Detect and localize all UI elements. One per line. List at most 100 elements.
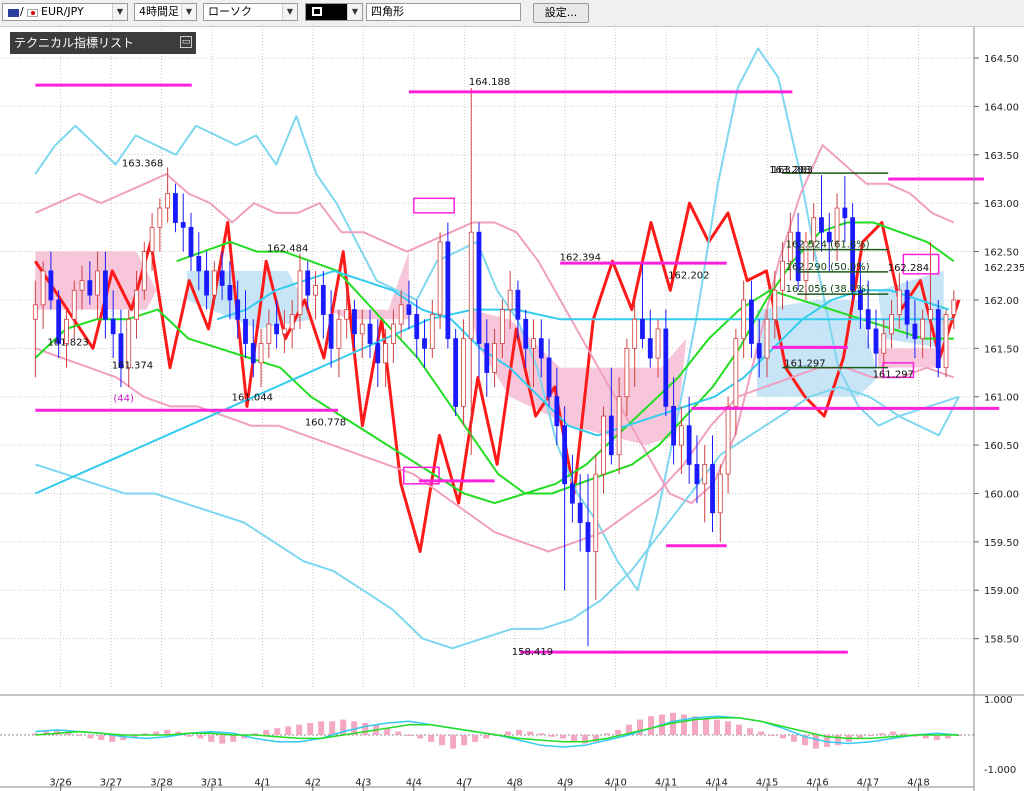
indicator-list-panel[interactable]: テクニカル指標リスト ▭ (10, 32, 196, 54)
histogram-bar (76, 735, 83, 736)
histogram-bar (98, 735, 105, 741)
candle-body (219, 270, 225, 286)
candle-body (951, 299, 957, 315)
histogram-bar (516, 729, 523, 735)
histogram-bar (933, 735, 940, 741)
price-label: 161.297 (873, 369, 914, 380)
candle-body (196, 255, 202, 272)
candle-body (935, 309, 941, 369)
histogram-bar (680, 714, 687, 735)
price-tick-label: 161.00 (984, 393, 1019, 404)
candle-body (102, 270, 108, 320)
histogram-bar (571, 735, 578, 742)
histogram-bar (219, 735, 226, 744)
candle-body (889, 314, 894, 335)
candle-body (928, 309, 933, 320)
oscillator-line (35, 717, 959, 743)
candle-body (686, 425, 692, 465)
candle-body (48, 270, 54, 301)
time-tick-label: 4/8 (507, 777, 523, 788)
candle-body (32, 304, 38, 320)
candle-body (383, 343, 388, 364)
price-tick-label: 159.50 (984, 538, 1019, 549)
price-chart[interactable]: 164.188163.368163.283163.288162.484162.3… (0, 27, 1024, 791)
price-tick-label: 162.50 (984, 248, 1019, 259)
histogram-bar (208, 735, 215, 742)
candle-body (881, 333, 887, 354)
candle-body (235, 299, 241, 320)
shape-select[interactable]: 四角形 (366, 3, 521, 21)
chevron-down-icon[interactable]: ▼ (112, 4, 127, 20)
candle-body (352, 309, 357, 335)
chart-style-select[interactable]: ローソク ▼ (203, 3, 298, 21)
candle-body (943, 314, 949, 369)
histogram-bar (812, 735, 819, 749)
candle-body (328, 314, 334, 349)
candle-body (780, 260, 785, 291)
time-tick-label: 4/18 (907, 777, 929, 788)
candle-body (702, 464, 708, 485)
timeframe-select[interactable]: 4時間足 ▼ (134, 3, 197, 21)
timeframe-label: 4時間足 (139, 5, 179, 18)
time-tick-label: 4/7 (456, 777, 472, 788)
price-label: 161.823 (47, 337, 88, 348)
chevron-down-icon[interactable]: ▼ (347, 4, 362, 20)
price-tick-label: 164.00 (984, 102, 1019, 113)
histogram-bar (560, 735, 567, 739)
time-tick-label: 4/4 (406, 777, 422, 788)
price-tick-label: 164.50 (984, 54, 1019, 65)
candle-body (305, 270, 311, 296)
histogram-bar (878, 733, 885, 735)
candle-body (538, 338, 544, 359)
draw-tool-select[interactable]: ▼ (305, 3, 363, 21)
candle-body (717, 473, 723, 514)
minimize-icon[interactable]: ▭ (180, 36, 192, 48)
candle-body (733, 338, 739, 407)
price-tick-label: 163.00 (984, 199, 1019, 210)
shape-label: 四角形 (371, 5, 404, 18)
candle-body (79, 280, 85, 291)
chart-style-label: ローソク (208, 5, 252, 18)
candle-body (554, 396, 560, 427)
candle-body (476, 231, 482, 344)
settings-button[interactable]: 設定... (533, 3, 589, 23)
candle-body (671, 405, 676, 446)
symbol-select[interactable]: / EUR/JPY ▼ (2, 3, 128, 21)
candle-body (499, 309, 505, 344)
candle-body (173, 193, 178, 223)
candle-body (632, 318, 638, 349)
histogram-bar (439, 735, 446, 746)
histogram-bar (329, 721, 336, 735)
candle-body (616, 396, 622, 456)
candle-body (842, 207, 848, 219)
histogram-bar (417, 735, 424, 739)
histogram-bar (307, 723, 314, 735)
price-label: 163.368 (122, 158, 163, 169)
candle-body (647, 338, 653, 359)
candle-body (429, 314, 435, 349)
histogram-bar (505, 731, 512, 735)
histogram-bar (702, 717, 709, 735)
oscillator-line (35, 715, 959, 748)
candle-body (546, 357, 552, 398)
candle-body (577, 502, 583, 523)
histogram-bar (274, 728, 281, 735)
price-label: 162.484 (267, 244, 308, 255)
indicator-list-label: テクニカル指標リスト (14, 36, 135, 50)
price-tick-label: 162.00 (984, 296, 1019, 307)
histogram-bar (790, 735, 797, 742)
histogram-bar (768, 735, 775, 736)
price-label: 161.374 (112, 361, 153, 372)
histogram-bar (648, 716, 655, 735)
histogram-bar (779, 735, 786, 739)
chevron-down-icon[interactable]: ▼ (181, 4, 196, 20)
candle-body (678, 425, 684, 446)
oscillator-panel: 1.000 -1.000 (0, 694, 1024, 776)
candle-body (289, 314, 295, 330)
candle-body (87, 280, 93, 296)
chevron-down-icon[interactable]: ▼ (282, 4, 297, 20)
candle-body (211, 270, 217, 296)
candle-body (896, 289, 902, 315)
time-tick-label: 4/9 (557, 777, 573, 788)
time-tick-label: 4/17 (857, 777, 879, 788)
